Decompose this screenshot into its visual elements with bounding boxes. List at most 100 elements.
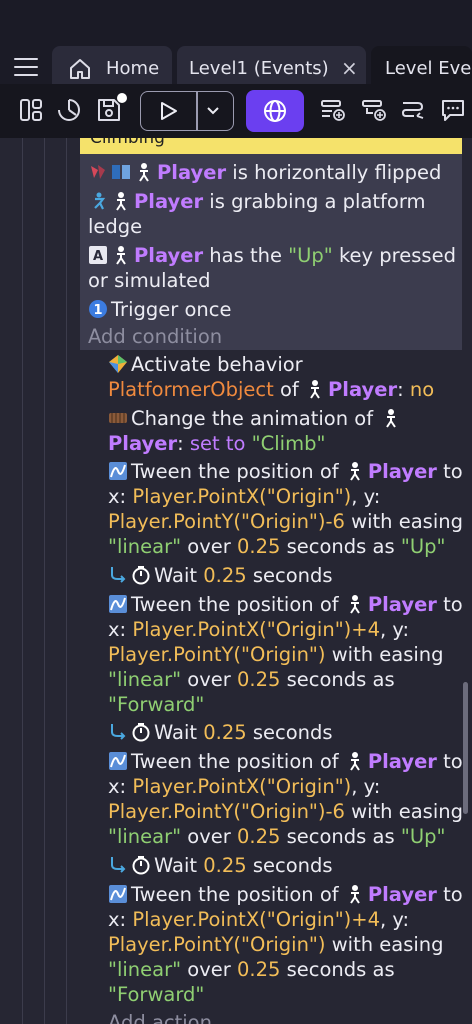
action-tween-position[interactable]: Tween the position of Player to — [108, 592, 463, 617]
duration-text: 0.25 — [203, 564, 247, 587]
player-object-icon — [345, 884, 365, 904]
action-text: : — [177, 432, 190, 455]
object-name: Player — [367, 460, 437, 483]
scrollbar-thumb[interactable] — [463, 682, 468, 814]
condition-flipped[interactable]: Player is horizontally flipped — [88, 160, 441, 185]
action-wait[interactable]: Wait 0.25 seconds — [108, 853, 333, 878]
easing-text: "linear" — [108, 958, 182, 981]
expression-text: Player.PointX("Origin") — [132, 485, 352, 508]
action-text: of — [273, 378, 305, 401]
action-text: x: — [108, 775, 133, 798]
action-wait[interactable]: Wait 0.25 seconds — [108, 563, 333, 588]
action-text: Wait — [154, 854, 204, 877]
condition-text-wrap: ledge — [88, 214, 142, 239]
player-object-icon — [381, 408, 401, 428]
value-text: "Climb" — [251, 432, 326, 455]
action-text: seconds — [246, 854, 333, 877]
tab-bar: Home Level1 (Events) × Level Ever — [0, 0, 472, 92]
close-tab-icon[interactable]: × — [341, 56, 358, 80]
action-text-wrap: x: Player.PointX("Origin")+4, y: — [108, 907, 409, 932]
preview-button-group — [140, 91, 234, 131]
action-text: seconds as — [280, 535, 401, 558]
tab-label: Home — [106, 58, 160, 79]
add-subevent-icon[interactable] — [361, 97, 387, 123]
add-condition-link[interactable]: Add condition — [88, 324, 222, 349]
condition-text: Trigger once — [111, 298, 232, 321]
tween-icon — [108, 594, 128, 614]
history-icon[interactable] — [56, 97, 82, 123]
action-text: Activate behavior — [131, 353, 303, 376]
duration-text: 0.25 — [237, 668, 281, 691]
condition-text: is horizontally flipped — [226, 161, 442, 184]
add-action-link[interactable]: Add action — [108, 1010, 212, 1024]
action-text-wrap: "Forward" — [108, 982, 204, 1007]
action-text: , y: — [351, 775, 381, 798]
action-text: x: — [108, 618, 133, 641]
player-object-icon — [305, 379, 325, 399]
player-object-icon — [345, 751, 365, 771]
flipped-icon — [111, 162, 131, 182]
expression-text: Player.PointY("Origin")-6 — [108, 800, 345, 823]
events-sheet: Climbing Player is horizontally flipped … — [0, 138, 472, 1024]
action-wait[interactable]: Wait 0.25 seconds — [108, 720, 333, 745]
chevron-down-icon[interactable] — [205, 104, 221, 118]
object-name: Player — [157, 161, 227, 184]
publish-button[interactable] — [246, 90, 304, 132]
tween-id-text: "Forward" — [108, 983, 205, 1006]
behavior-icon — [108, 354, 128, 374]
condition-text: or simulated — [88, 269, 211, 292]
tab-label: Level1 (Events) — [189, 58, 329, 79]
layout-icon[interactable] — [18, 97, 44, 123]
action-text-wrap: x: Player.PointX("Origin")+4, y: — [108, 617, 409, 642]
action-text: , y: — [351, 485, 381, 508]
action-text-wrap: x: Player.PointX("Origin"), y: — [108, 484, 380, 509]
action-text: seconds — [246, 564, 333, 587]
action-tween-position[interactable]: Tween the position of Player to — [108, 459, 463, 484]
action-text: : — [397, 378, 410, 401]
player-object-icon — [345, 594, 365, 614]
unsaved-dot — [117, 93, 127, 103]
action-activate-behavior[interactable]: Activate behavior — [108, 352, 303, 377]
action-text: over — [181, 668, 237, 691]
action-text: seconds as — [280, 825, 401, 848]
add-other-icon[interactable] — [400, 97, 426, 123]
duration-text: 0.25 — [203, 721, 247, 744]
player-object-icon — [345, 461, 365, 481]
action-text-wrap: Player.PointY("Origin") with easing — [108, 642, 444, 667]
indent-guide — [66, 138, 67, 1024]
object-name: Player — [327, 378, 398, 401]
action-text: Tween the position of — [131, 593, 345, 616]
action-text: to — [436, 460, 463, 483]
action-text: with easing — [325, 643, 444, 666]
action-text: over — [181, 825, 237, 848]
condition-trigger-once[interactable]: 1 Trigger once — [88, 297, 231, 322]
expression-text: Player.PointX("Origin") — [132, 775, 352, 798]
expression-text: Player.PointY("Origin")-6 — [108, 510, 345, 533]
action-text: Wait — [154, 721, 204, 744]
action-text: x: — [108, 908, 133, 931]
add-event-icon[interactable] — [320, 97, 346, 123]
add-comment-icon[interactable] — [440, 97, 466, 123]
condition-grabbing-ledge[interactable]: Player is grabbing a platform — [88, 189, 426, 214]
action-tween-position[interactable]: Tween the position of Player to — [108, 882, 463, 907]
action-text: with easing — [344, 800, 463, 823]
action-text: over — [181, 535, 237, 558]
condition-text-wrap: or simulated — [88, 268, 210, 293]
hamburger-menu-icon[interactable] — [12, 56, 40, 78]
tween-icon — [108, 751, 128, 771]
event-group-title[interactable]: Climbing — [80, 138, 462, 154]
action-text-wrap: PlatformerObject of Player: no — [108, 377, 434, 402]
condition-text: key pressed — [332, 244, 456, 267]
play-icon[interactable] — [157, 100, 179, 122]
tab-label: Level Ever — [385, 58, 472, 79]
async-arrow-icon — [108, 722, 128, 742]
action-text: to — [436, 593, 463, 616]
indent-guide — [22, 138, 23, 1024]
action-change-animation[interactable]: Change the animation of — [108, 406, 404, 431]
svg-text:A: A — [93, 249, 103, 264]
action-tween-position[interactable]: Tween the position of Player to — [108, 749, 463, 774]
condition-key-pressed[interactable]: A Player has the "Up" key pressed — [88, 243, 456, 268]
action-text: to — [436, 883, 463, 906]
invert-condition-icon — [88, 162, 108, 182]
animation-icon — [108, 408, 128, 428]
